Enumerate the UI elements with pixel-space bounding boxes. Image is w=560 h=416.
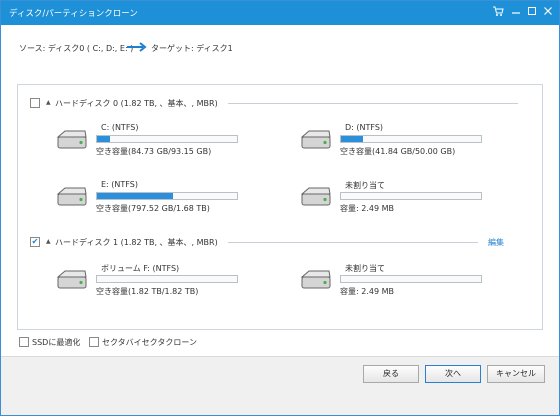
partition-capacity: 空き容量(1.82 TB/1.82 TB) [96, 287, 199, 296]
disk-0-header: ▲ ハードディスク 0 (1.82 TB, 、基本、, MBR) [18, 98, 518, 112]
title-bar: ディスク/パーティションクローン [1, 1, 559, 25]
disk-0-checkbox[interactable] [30, 98, 40, 108]
ssd-optimize-label: SSDに最適化 [32, 338, 81, 347]
partition-d[interactable]: D: (NTFS) 空き容量(41.84 GB/50.00 GB) [299, 123, 499, 157]
partition-c[interactable]: C: (NTFS) 空き容量(84.73 GB/93.15 GB) [55, 123, 255, 157]
disk-1-header: ✔ ▲ ハードディスク 1 (1.82 TB, 、基本、, MBR) [18, 237, 518, 251]
hard-drive-icon [300, 270, 331, 289]
disk-1-checkbox[interactable]: ✔ [30, 237, 40, 247]
footer: 戻る 次へ キャンセル [1, 356, 559, 415]
usage-bar-fill [341, 136, 364, 142]
usage-bar [340, 275, 482, 283]
next-button[interactable]: 次へ [425, 365, 481, 383]
partition-unallocated-1[interactable]: 未割り当て 容量: 2.49 MB [299, 263, 499, 297]
close-icon[interactable] [541, 5, 555, 19]
hard-drive-icon [56, 187, 87, 206]
partition-capacity: 容量: 2.49 MB [340, 204, 394, 213]
partition-capacity: 空き容量(84.73 GB/93.15 GB) [96, 147, 212, 156]
partition-name: D: (NTFS) [345, 123, 384, 132]
clone-summary: ソース: ディスク0 ( C:, D:, E: ) ターゲット: ディスク1 [1, 25, 559, 71]
partition-name: C: (NTFS) [101, 123, 139, 132]
back-button[interactable]: 戻る [363, 365, 419, 383]
usage-bar [340, 135, 482, 143]
ssd-optimize-option[interactable]: SSDに最適化 [19, 337, 80, 348]
usage-bar-fill [97, 193, 173, 199]
partition-f[interactable]: ボリューム F: (NTFS) 空き容量(1.82 TB/1.82 TB) [55, 263, 255, 297]
partition-e[interactable]: E: (NTFS) 空き容量(797.52 GB/1.68 TB) [55, 180, 255, 214]
partition-unallocated-0[interactable]: 未割り当て 容量: 2.49 MB [299, 180, 499, 214]
usage-bar [96, 275, 238, 283]
usage-bar [96, 192, 238, 200]
sector-clone-label: セクタバイセクタクローン [102, 338, 197, 347]
cart-icon[interactable] [491, 5, 505, 19]
divider [228, 242, 478, 243]
disk-panel: ▲ ハードディスク 0 (1.82 TB, 、基本、, MBR) C: (NTF… [17, 84, 543, 330]
partition-capacity: 空き容量(41.84 GB/50.00 GB) [340, 147, 456, 156]
divider [228, 103, 518, 104]
edit-link[interactable]: 編集 [488, 237, 504, 248]
minimize-icon[interactable] [509, 5, 523, 19]
arrow-right-icon [127, 42, 147, 52]
usage-bar-fill [97, 136, 110, 142]
disk-1-label: ハードディスク 1 (1.82 TB, 、基本、, MBR) [55, 238, 218, 247]
sector-clone-option[interactable]: セクタバイセクタクローン [89, 337, 197, 348]
collapse-triangle-icon[interactable]: ▲ [46, 99, 51, 106]
maximize-icon[interactable] [525, 5, 539, 19]
hard-drive-icon [300, 187, 331, 206]
partition-name: 未割り当て [345, 264, 385, 273]
partition-name: ボリューム F: (NTFS) [101, 264, 180, 273]
cancel-button[interactable]: キャンセル [487, 365, 545, 383]
ssd-optimize-checkbox[interactable] [19, 337, 29, 347]
usage-bar [96, 135, 238, 143]
window-title: ディスク/パーティションクローン [9, 9, 138, 19]
disk-0-label: ハードディスク 0 (1.82 TB, 、基本、, MBR) [55, 99, 218, 108]
partition-capacity: 容量: 2.49 MB [340, 287, 394, 296]
hard-drive-icon [56, 270, 87, 289]
sector-clone-checkbox[interactable] [89, 337, 99, 347]
collapse-triangle-icon[interactable]: ▲ [46, 238, 51, 245]
hard-drive-icon [56, 130, 87, 149]
clone-window: ディスク/パーティションクローン ソース: ディスク0 ( C:, D:, E:… [0, 0, 560, 416]
partition-capacity: 空き容量(797.52 GB/1.68 TB) [96, 204, 210, 213]
source-text: ソース: ディスク0 ( C:, D:, E: ) [19, 44, 134, 53]
partition-name: 未割り当て [345, 181, 385, 190]
usage-bar [340, 192, 482, 200]
hard-drive-icon [300, 130, 331, 149]
partition-name: E: (NTFS) [101, 180, 138, 189]
target-text: ターゲット: ディスク1 [151, 44, 233, 53]
